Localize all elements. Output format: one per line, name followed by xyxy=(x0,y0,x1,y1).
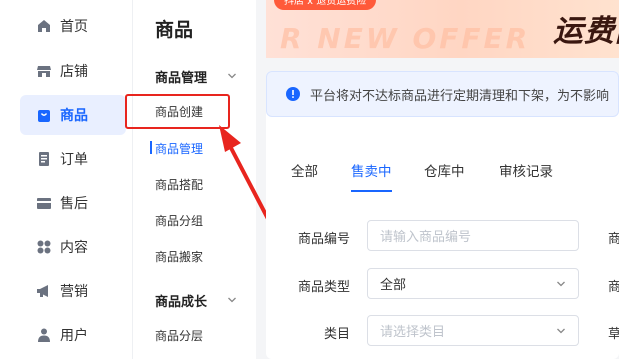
category-placeholder: 请选择类目 xyxy=(380,325,446,340)
product-type-select[interactable]: 全部 xyxy=(367,268,579,299)
category-select[interactable]: 请选择类目 xyxy=(367,315,579,346)
promo-banner[interactable]: R NEW OFFER 抖店 x 退货运费险 运费险 xyxy=(266,0,619,58)
info-icon xyxy=(286,87,300,101)
tab-active-underline xyxy=(351,190,392,192)
notice-bar: 平台将对不达标商品进行定期清理和下架，为不影响 xyxy=(266,71,619,117)
chevron-down-icon xyxy=(557,328,565,334)
right-filter-label: 商 xyxy=(608,280,619,295)
banner-decoration: R NEW OFFER xyxy=(280,22,531,55)
product-type-label: 商品类型 xyxy=(297,280,350,295)
banner-headline: 运费险 xyxy=(553,14,619,49)
chevron-down-icon xyxy=(557,281,565,287)
tab-all[interactable]: 全部 xyxy=(291,160,318,180)
right-filter-label: 草 xyxy=(608,327,619,342)
tab-on-sale[interactable]: 售卖中 xyxy=(351,160,392,180)
product-id-input[interactable]: 请输入商品编号 xyxy=(367,220,579,251)
tab-in-warehouse[interactable]: 仓库中 xyxy=(424,160,465,180)
product-id-label: 商品编号 xyxy=(297,232,350,247)
banner-tag: 抖店 x 退货运费险 xyxy=(274,0,377,10)
tab-review-records[interactable]: 审核记录 xyxy=(499,160,553,180)
category-label: 类目 xyxy=(323,327,350,342)
notice-text: 平台将对不达标商品进行定期清理和下架，为不影响 xyxy=(310,88,610,104)
product-type-value: 全部 xyxy=(380,278,407,293)
product-id-placeholder: 请输入商品编号 xyxy=(380,230,472,245)
right-filter-label: 商 xyxy=(608,232,619,247)
main-content: R NEW OFFER 抖店 x 退货运费险 运费险 平台将对不达标商品进行定期… xyxy=(256,0,619,359)
